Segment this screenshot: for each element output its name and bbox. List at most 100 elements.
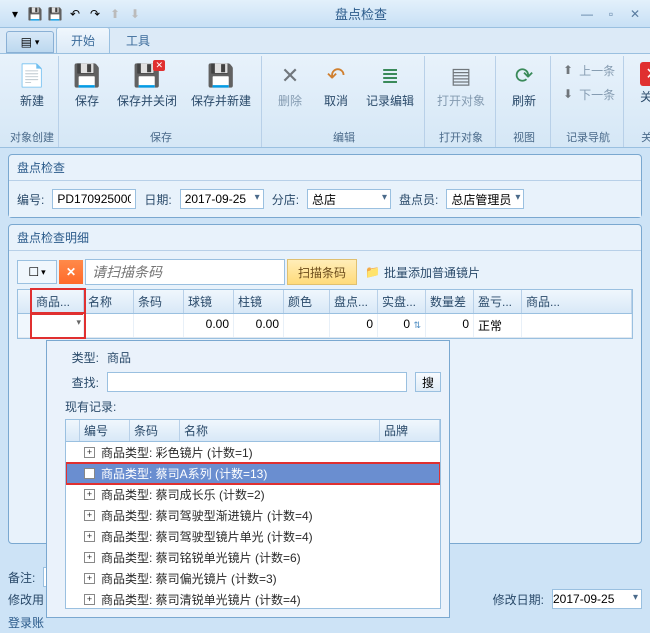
moddate-input[interactable] bbox=[552, 589, 642, 609]
actual-cell[interactable]: 0 ⇅ bbox=[378, 314, 426, 337]
detail-body: ☐ ▾ ✕ 扫描条码 📁批量添加普通镜片 商品... 名称 条码 球镜 柱镜 颜… bbox=[9, 251, 641, 347]
col-diff[interactable]: 数量差 bbox=[426, 290, 474, 313]
store-select[interactable] bbox=[307, 189, 391, 209]
cylinder-cell: 0.00 bbox=[234, 314, 284, 337]
row-handle[interactable] bbox=[18, 314, 32, 337]
expand-icon[interactable]: + bbox=[84, 552, 95, 563]
clerk-select[interactable] bbox=[446, 189, 524, 209]
search-input[interactable] bbox=[107, 372, 407, 392]
tree-group-row[interactable]: +商品类型: 蔡司驾驶型渐进镜片 (计数=4) bbox=[66, 505, 440, 526]
group-label: 保存 bbox=[65, 127, 257, 147]
product-cell-dropdown[interactable]: ▾ bbox=[32, 314, 84, 337]
group-text: 商品类型: 蔡司成长乐 (计数=2) bbox=[101, 486, 265, 503]
quick-access-toolbar: ▾ 💾 💾 ↶ ↷ ⬆ ⬇ bbox=[6, 5, 144, 23]
tab-start[interactable]: 开始 bbox=[56, 27, 110, 53]
refresh-button[interactable]: ⟳刷新 bbox=[502, 58, 546, 113]
next-icon[interactable]: ⬇ bbox=[126, 5, 144, 23]
maximize-button[interactable]: ▫ bbox=[602, 7, 620, 21]
expand-icon[interactable]: + bbox=[84, 510, 95, 521]
open-object-button[interactable]: ▤打开对象 bbox=[431, 58, 491, 113]
tree-group-row[interactable]: +商品类型: 蔡司铭锐单光镜片 (计数=6) bbox=[66, 547, 440, 568]
diff-cell: 0 bbox=[426, 314, 474, 337]
grid-row[interactable]: ▾ 0.00 0.00 0 0 ⇅ 0 正常 bbox=[18, 314, 632, 338]
barcode-input[interactable] bbox=[85, 259, 285, 285]
col-status[interactable]: 盈亏... bbox=[474, 290, 522, 313]
redo-icon[interactable]: ↷ bbox=[86, 5, 104, 23]
expand-icon[interactable]: + bbox=[84, 447, 95, 458]
group-label: 关闭 bbox=[630, 127, 650, 147]
ribbon-group-close: ✕关闭 关闭 bbox=[626, 56, 650, 147]
ribbon-tabs: ▤▾ 开始 工具 bbox=[0, 28, 650, 54]
window-controls: — ▫ ✕ bbox=[578, 7, 644, 21]
expand-icon[interactable]: + bbox=[84, 594, 95, 605]
scan-button[interactable]: 扫描条码 bbox=[287, 259, 357, 285]
tree-col-brand[interactable]: 品牌 bbox=[380, 420, 440, 441]
save-new-button[interactable]: 💾保存并新建 bbox=[185, 58, 257, 113]
group-text: 商品类型: 蔡司驾驶型镜片单光 (计数=4) bbox=[101, 528, 313, 545]
edit-record-button[interactable]: ≣记录编辑 bbox=[360, 58, 420, 113]
tree-col-name[interactable]: 名称 bbox=[180, 420, 380, 441]
search-button[interactable]: 搜 bbox=[415, 372, 441, 392]
col-product[interactable]: 商品... bbox=[32, 290, 84, 313]
tree-group-row[interactable]: + 商品类型: 蔡司成长乐 (计数=2) bbox=[66, 484, 440, 505]
next-record-button[interactable]: ⬇下一条 bbox=[557, 82, 619, 105]
expand-col bbox=[66, 420, 80, 441]
status-bar: 登录账 bbox=[8, 614, 44, 631]
tree-header: 编号 条码 名称 品牌 bbox=[66, 420, 440, 442]
expand-icon[interactable]: + bbox=[84, 531, 95, 542]
expand-icon[interactable]: + bbox=[84, 489, 95, 500]
tab-tools[interactable]: 工具 bbox=[112, 28, 164, 53]
save-new-icon: 💾 bbox=[207, 62, 235, 90]
row-selector[interactable]: ☐ ▾ bbox=[17, 260, 57, 284]
clerk-label: 盘点员: bbox=[399, 191, 438, 208]
sphere-cell: 0.00 bbox=[184, 314, 234, 337]
undo-icon[interactable]: ↶ bbox=[66, 5, 84, 23]
date-input[interactable] bbox=[180, 189, 264, 209]
qat-dropdown-icon[interactable]: ▾ bbox=[6, 5, 24, 23]
prev-record-button[interactable]: ⬆上一条 bbox=[557, 58, 619, 81]
col-product2[interactable]: 商品... bbox=[522, 290, 632, 313]
tree-group-row[interactable]: +商品类型: 蔡司偏光镜片 (计数=3) bbox=[66, 568, 440, 589]
col-color[interactable]: 颜色 bbox=[284, 290, 330, 313]
tree-col-barcode[interactable]: 条码 bbox=[130, 420, 180, 441]
delete-row-button[interactable]: ✕ bbox=[59, 260, 83, 284]
save-close-button[interactable]: 💾✕保存并关闭 bbox=[111, 58, 183, 113]
prev-icon[interactable]: ⬆ bbox=[106, 5, 124, 23]
close-window-button[interactable]: ✕关闭 bbox=[630, 58, 650, 109]
col-cylinder[interactable]: 柱镜 bbox=[234, 290, 284, 313]
delete-button[interactable]: ✕删除 bbox=[268, 58, 312, 113]
window-title: 盘点检查 bbox=[144, 4, 578, 23]
bulk-add-button[interactable]: 📁批量添加普通镜片 bbox=[365, 264, 480, 281]
detail-grid: 商品... 名称 条码 球镜 柱镜 颜色 盘点... 实盘... 数量差 盈亏.… bbox=[17, 289, 633, 339]
col-name[interactable]: 名称 bbox=[84, 290, 134, 313]
save-icon[interactable]: 💾 bbox=[26, 5, 44, 23]
barcode-cell bbox=[134, 314, 184, 337]
col-plan[interactable]: 盘点... bbox=[330, 290, 378, 313]
tree-group-row[interactable]: + 商品类型: 蔡司驾驶型镜片单光 (计数=4) bbox=[66, 526, 440, 547]
tree-group-row[interactable]: +商品类型: 蔡司A系列 (计数=13) bbox=[66, 463, 440, 484]
group-label: 视图 bbox=[502, 127, 546, 147]
tree-group-row[interactable]: + 商品类型: 彩色镜片 (计数=1) bbox=[66, 442, 440, 463]
expand-icon[interactable]: + bbox=[84, 573, 95, 584]
ribbon-group-nav: ⬆上一条 ⬇下一条 记录导航 bbox=[553, 56, 624, 147]
search-label: 查找: bbox=[55, 374, 99, 391]
code-input[interactable] bbox=[52, 189, 136, 209]
new-button[interactable]: 📄新建 bbox=[10, 58, 54, 113]
close-button[interactable]: ✕ bbox=[626, 7, 644, 21]
product-tree[interactable]: 编号 条码 名称 品牌 + 商品类型: 彩色镜片 (计数=1) +商品类型: 蔡司A… bbox=[65, 419, 441, 609]
minimize-button[interactable]: — bbox=[578, 7, 596, 21]
tree-group-row[interactable]: +商品类型: 蔡司清锐单光镜片 (计数=4) bbox=[66, 589, 440, 609]
stepper-icon[interactable]: ⇅ bbox=[413, 320, 421, 330]
tree-col-code[interactable]: 编号 bbox=[80, 420, 130, 441]
expand-icon[interactable]: + bbox=[84, 468, 95, 479]
save-button[interactable]: 💾保存 bbox=[65, 58, 109, 113]
group-text: 商品类型: 彩色镜片 (计数=1) bbox=[101, 444, 253, 461]
col-sphere[interactable]: 球镜 bbox=[184, 290, 234, 313]
col-barcode[interactable]: 条码 bbox=[134, 290, 184, 313]
save-close-icon[interactable]: 💾 bbox=[46, 5, 64, 23]
col-actual[interactable]: 实盘... bbox=[378, 290, 426, 313]
save-close-icon: 💾✕ bbox=[133, 62, 161, 90]
ribbon-group-save: 💾保存 💾✕保存并关闭 💾保存并新建 保存 bbox=[61, 56, 262, 147]
file-menu-button[interactable]: ▤▾ bbox=[6, 31, 54, 53]
cancel-button[interactable]: ↶取消 bbox=[314, 58, 358, 113]
